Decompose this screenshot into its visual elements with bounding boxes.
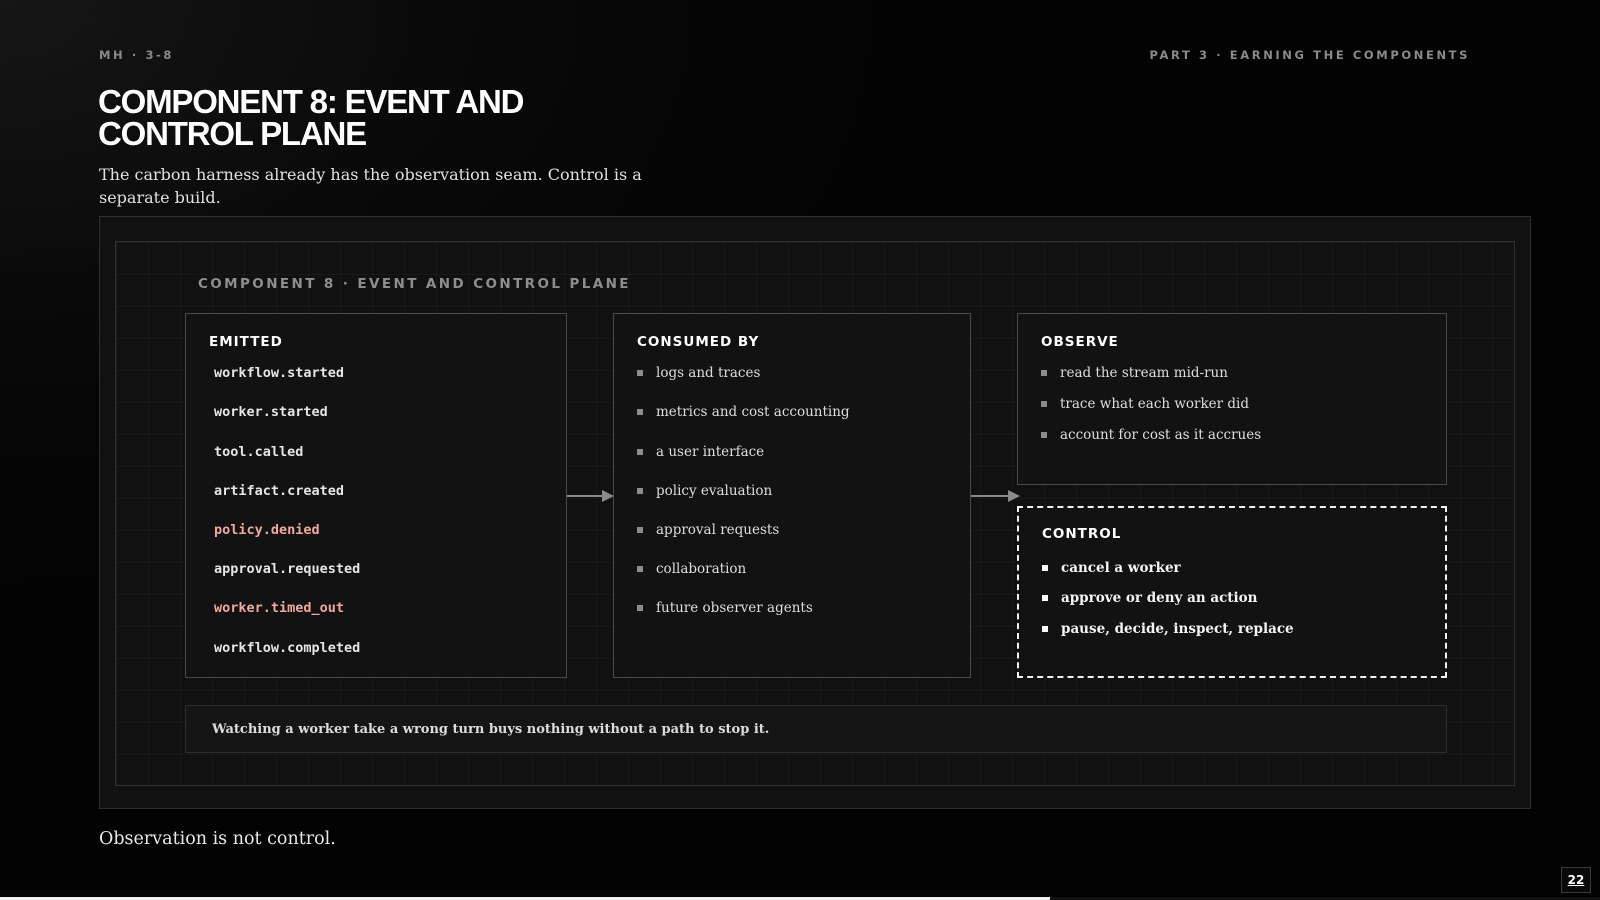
- list-item: approval requests: [637, 522, 779, 538]
- bullet-square-icon: [1042, 594, 1048, 601]
- event-item: workflow.started: [214, 365, 345, 381]
- page-number-link[interactable]: 22: [1561, 867, 1591, 893]
- arrow-right-icon: [567, 490, 614, 502]
- control-box: CONTROL cancel a worker approve or deny …: [1017, 506, 1447, 678]
- bullet-square-icon: [1041, 400, 1047, 407]
- takeaway-text: Observation is not control.: [99, 829, 336, 849]
- event-item: worker.started: [214, 404, 328, 420]
- list-item: account for cost as it accrues: [1041, 427, 1261, 443]
- observe-box: OBSERVE read the stream mid-run trace wh…: [1017, 313, 1447, 485]
- emitted-label: EMITTED: [209, 334, 283, 350]
- event-item: workflow.completed: [214, 640, 361, 656]
- observe-label: OBSERVE: [1041, 334, 1119, 350]
- bullet-square-icon: [637, 565, 643, 572]
- section-label: PART 3 · EARNING THE COMPONENTS: [1149, 48, 1470, 62]
- bullet-square-icon: [1042, 625, 1048, 632]
- event-item: tool.called: [214, 444, 304, 460]
- bullet-square-icon: [1041, 431, 1047, 438]
- list-item: cancel a worker: [1042, 560, 1181, 576]
- list-item: policy evaluation: [637, 483, 772, 499]
- control-label: CONTROL: [1042, 526, 1122, 542]
- list-item: pause, decide, inspect, replace: [1042, 621, 1294, 637]
- bullet-square-icon: [637, 369, 643, 376]
- diagram-note: Watching a worker take a wrong turn buys…: [185, 705, 1447, 753]
- event-item: approval.requested: [214, 561, 361, 577]
- list-item: a user interface: [637, 444, 764, 460]
- consumed-by-label: CONSUMED BY: [637, 334, 760, 350]
- page-title: COMPONENT 8: EVENT AND CONTROL PLANE: [98, 83, 524, 152]
- list-item: approve or deny an action: [1042, 590, 1258, 606]
- bullet-square-icon: [1041, 369, 1047, 376]
- diagram-heading: COMPONENT 8 · EVENT AND CONTROL PLANE: [198, 276, 631, 292]
- page-subtitle: The carbon harness already has the obser…: [99, 165, 642, 207]
- event-item-alert: worker.timed_out: [214, 600, 345, 616]
- event-item: artifact.created: [214, 483, 345, 499]
- bullet-square-icon: [637, 448, 643, 455]
- bullet-square-icon: [637, 487, 643, 494]
- bullet-square-icon: [637, 408, 643, 415]
- list-item: trace what each worker did: [1041, 396, 1249, 412]
- consumed-by-box: CONSUMED BY logs and traces metrics and …: [613, 313, 971, 678]
- emitted-box: EMITTED workflow.started worker.started …: [185, 313, 567, 678]
- list-item: logs and traces: [637, 365, 760, 381]
- list-item: read the stream mid-run: [1041, 365, 1228, 381]
- event-item-alert: policy.denied: [214, 522, 320, 538]
- bullet-square-icon: [1042, 564, 1048, 571]
- arrow-right-icon: [971, 490, 1020, 502]
- bullet-square-icon: [637, 526, 643, 533]
- list-item: future observer agents: [637, 600, 813, 616]
- bullet-square-icon: [637, 604, 643, 611]
- list-item: metrics and cost accounting: [637, 404, 850, 420]
- slide-id: MH · 3-8: [99, 48, 175, 62]
- list-item: collaboration: [637, 561, 746, 577]
- diagram-note-text: Watching a worker take a wrong turn buys…: [212, 722, 770, 737]
